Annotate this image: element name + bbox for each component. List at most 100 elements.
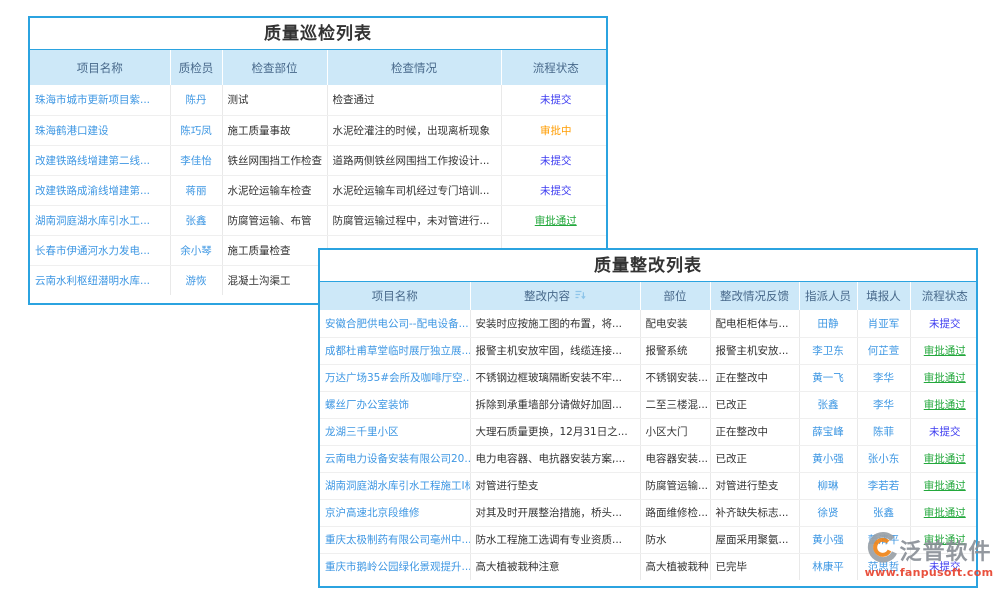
cell-text[interactable]: 李若若 bbox=[868, 480, 900, 492]
cell-text[interactable]: 安徽合肥供电公司--配电设备... bbox=[325, 318, 469, 330]
cell-text[interactable]: 蒋丽 bbox=[186, 185, 207, 197]
cell-text[interactable]: 重庆市鹅岭公园绿化景观提升... bbox=[325, 561, 470, 573]
cell-text[interactable]: 陈巧凤 bbox=[180, 125, 212, 137]
status-text[interactable]: 未提交 bbox=[929, 318, 961, 330]
cell-rectify-content: 对其及时开展整治措施，桥头... bbox=[470, 499, 640, 526]
cell-check-part: 铁丝网围挡工作检查 bbox=[222, 145, 327, 175]
cell-text: 测试 bbox=[228, 94, 249, 106]
cell-text[interactable]: 张鑫 bbox=[186, 215, 207, 227]
cell-rectify-feedback: 对管进行垫支 bbox=[710, 472, 799, 499]
cell-text[interactable]: 成都杜甫草堂临时展厅独立展... bbox=[325, 345, 470, 357]
status-text[interactable]: 审批通过 bbox=[924, 399, 966, 411]
cell-assignee: 张鑫 bbox=[799, 391, 857, 418]
status-text[interactable]: 审批通过 bbox=[924, 345, 966, 357]
cell-rectify-feedback: 补齐缺失标志... bbox=[710, 499, 799, 526]
sort-icon[interactable] bbox=[574, 289, 586, 304]
cell-text[interactable]: 何芷萱 bbox=[868, 345, 900, 357]
cell-text[interactable]: 黄小强 bbox=[812, 453, 844, 465]
column-header-rectify-content[interactable]: 整改内容 bbox=[470, 282, 640, 310]
cell-part: 小区大门 bbox=[640, 418, 710, 445]
cell-text[interactable]: 余小琴 bbox=[180, 245, 212, 257]
cell-text[interactable]: 陈菲 bbox=[873, 426, 894, 438]
cell-text[interactable]: 林康平 bbox=[812, 561, 844, 573]
status-text[interactable]: 审批中 bbox=[540, 125, 572, 137]
cell-text[interactable]: 李佳怡 bbox=[180, 155, 212, 167]
cell-text[interactable]: 黄小强 bbox=[812, 534, 844, 546]
cell-text[interactable]: 黄一飞 bbox=[812, 372, 844, 384]
cell-rectify-content: 大理石质量更换，12月31日之... bbox=[470, 418, 640, 445]
cell-text[interactable]: 云南电力设备安装有限公司20... bbox=[325, 453, 470, 465]
column-header-project-name: 项目名称 bbox=[30, 50, 170, 85]
cell-text[interactable]: 重庆太极制药有限公司亳州中... bbox=[325, 534, 470, 546]
cell-text[interactable]: 肖亚军 bbox=[868, 318, 900, 330]
column-header-label: 流程状态 bbox=[922, 289, 968, 303]
cell-text[interactable]: 游恢 bbox=[186, 275, 207, 287]
status-text[interactable]: 未提交 bbox=[540, 94, 572, 106]
cell-text: 防水 bbox=[646, 534, 667, 546]
cell-flow-status: 审批中 bbox=[501, 115, 608, 145]
cell-text: 补齐缺失标志... bbox=[716, 507, 789, 519]
cell-text[interactable]: 陈丹 bbox=[186, 94, 207, 106]
cell-text[interactable]: 柳琳 bbox=[818, 480, 839, 492]
cell-text[interactable]: 李卫东 bbox=[812, 345, 844, 357]
status-text[interactable]: 审批通过 bbox=[924, 372, 966, 384]
cell-text[interactable]: 湖南洞庭湖水库引水工... bbox=[35, 215, 150, 227]
cell-rectify-content: 高大植被栽种注意 bbox=[470, 553, 640, 580]
cell-part: 配电安装 bbox=[640, 310, 710, 337]
cell-flow-status: 未提交 bbox=[501, 85, 608, 115]
column-header-flow-status: 流程状态 bbox=[910, 282, 978, 310]
cell-text: 电容器安装... bbox=[646, 453, 709, 465]
cell-flow-status: 审批通过 bbox=[501, 205, 608, 235]
status-text[interactable]: 审批通过 bbox=[924, 480, 966, 492]
column-header-label: 流程状态 bbox=[533, 61, 579, 75]
status-text[interactable]: 审批通过 bbox=[924, 507, 966, 519]
cell-text[interactable]: 螺丝厂办公室装饰 bbox=[325, 399, 409, 411]
cell-text[interactable]: 张小东 bbox=[868, 453, 900, 465]
cell-rectify-content: 防水工程施工选调有专业资质... bbox=[470, 526, 640, 553]
cell-reporter: 李华 bbox=[857, 391, 910, 418]
status-text[interactable]: 未提交 bbox=[540, 155, 572, 167]
cell-rectify-feedback: 正在整改中 bbox=[710, 364, 799, 391]
cell-text: 对管进行垫支 bbox=[716, 480, 779, 492]
cell-text: 正在整改中 bbox=[716, 372, 769, 384]
cell-text: 已完毕 bbox=[716, 561, 748, 573]
cell-text[interactable]: 珠海市城市更新项目紫... bbox=[35, 94, 150, 106]
status-text[interactable]: 未提交 bbox=[929, 426, 961, 438]
cell-text[interactable]: 田静 bbox=[818, 318, 839, 330]
cell-flow-status: 审批通过 bbox=[910, 499, 978, 526]
cell-project-name: 龙湖三千里小区 bbox=[320, 418, 470, 445]
cell-check-part: 测试 bbox=[222, 85, 327, 115]
column-header-part: 部位 bbox=[640, 282, 710, 310]
cell-text[interactable]: 湖南洞庭湖水库引水工程施工I标 bbox=[325, 480, 470, 492]
cell-text[interactable]: 李华 bbox=[873, 372, 894, 384]
cell-text[interactable]: 万达广场35#会所及咖啡厅空... bbox=[325, 372, 470, 384]
status-text[interactable]: 未提交 bbox=[540, 185, 572, 197]
cell-text: 电力电容器、电抗器安装方案,... bbox=[476, 453, 626, 465]
cell-text: 检查通过 bbox=[333, 94, 375, 106]
cell-reporter: 陈菲 bbox=[857, 418, 910, 445]
cell-text[interactable]: 李华 bbox=[873, 399, 894, 411]
cell-check-part: 施工质量检查 bbox=[222, 235, 327, 265]
cell-text[interactable]: 改建铁路线增建第二线... bbox=[35, 155, 150, 167]
fanpu-watermark: 泛普软件 www.fanpusoft.com bbox=[858, 532, 1000, 579]
cell-project-name: 珠海鹤港口建设 bbox=[30, 115, 170, 145]
cell-text[interactable]: 珠海鹤港口建设 bbox=[35, 125, 109, 137]
cell-text[interactable]: 张鑫 bbox=[873, 507, 894, 519]
cell-text[interactable]: 徐贤 bbox=[818, 507, 839, 519]
table-row: 成都杜甫草堂临时展厅独立展...报警主机安放牢固，线缆连接...报警系统报警主机… bbox=[320, 337, 978, 364]
cell-text: 已改正 bbox=[716, 399, 748, 411]
table-row: 湖南洞庭湖水库引水工程施工I标对管进行垫支防腐管运输...对管进行垫支柳琳李若若… bbox=[320, 472, 978, 499]
cell-rectify-feedback: 已改正 bbox=[710, 445, 799, 472]
cell-text[interactable]: 京沪高速北京段维修 bbox=[325, 507, 420, 519]
cell-text[interactable]: 长春市伊通河水力发电... bbox=[35, 245, 150, 257]
cell-text[interactable]: 龙湖三千里小区 bbox=[325, 426, 399, 438]
status-text[interactable]: 审批通过 bbox=[924, 453, 966, 465]
cell-text[interactable]: 改建铁路成渝线增建第... bbox=[35, 185, 150, 197]
status-text[interactable]: 审批通过 bbox=[535, 215, 577, 227]
cell-text: 施工质量检查 bbox=[228, 245, 291, 257]
cell-text[interactable]: 薛宝峰 bbox=[812, 426, 844, 438]
cell-text[interactable]: 张鑫 bbox=[818, 399, 839, 411]
table-row: 万达广场35#会所及咖啡厅空...不锈钢边框玻璃隔断安装不牢...不锈钢安装..… bbox=[320, 364, 978, 391]
cell-text[interactable]: 云南水利枢纽潜明水库... bbox=[35, 275, 150, 287]
column-header-check-situation: 检查情况 bbox=[327, 50, 501, 85]
